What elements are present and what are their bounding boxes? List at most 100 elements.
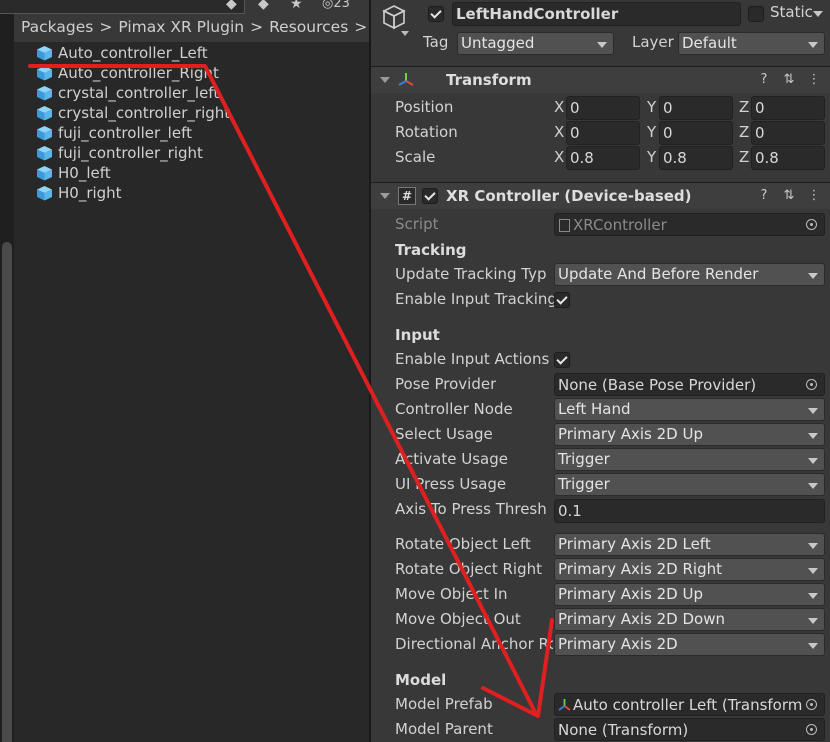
axis-y-label[interactable]: Y (647, 98, 656, 116)
breadcrumb: Packages>Pimax XR Plugin>Resources>Pr (14, 14, 369, 42)
axis-x-label[interactable]: X (554, 148, 564, 166)
object-picker-button[interactable] (802, 374, 824, 395)
file-name: fuji_controller_right (58, 144, 203, 162)
axis-z-label[interactable]: Z (739, 123, 749, 141)
chevron-down-icon (808, 543, 818, 549)
rotation-z-field[interactable]: 0 (751, 121, 825, 145)
select-usage-dropdown[interactable]: Primary Axis 2D Up (554, 423, 825, 446)
context-menu-icon[interactable]: ⋮ (806, 188, 822, 204)
rotate-object-right-value: Primary Axis 2D Right (558, 560, 722, 578)
active-checkbox[interactable] (428, 6, 444, 22)
pose-provider-field[interactable]: None (Base Pose Provider) (554, 373, 825, 396)
layer-dropdown[interactable]: Default (678, 32, 825, 55)
scale-label: Scale (395, 148, 436, 166)
position-y-field[interactable]: 0 (659, 96, 733, 120)
object-picker-icon (806, 219, 817, 230)
ui-press-usage-dropdown[interactable]: Trigger (554, 473, 825, 496)
prefab-cube-icon (37, 66, 52, 81)
static-dropdown-arrow-icon[interactable] (813, 11, 823, 17)
pose-provider-value: None (Base Pose Provider) (558, 376, 757, 394)
directional-anchor-dropdown[interactable]: Primary Axis 2D (554, 633, 825, 656)
project-search-input[interactable] (0, 0, 245, 14)
axis-x-label[interactable]: X (554, 98, 564, 116)
scale-x-field[interactable]: 0.8 (566, 146, 640, 170)
static-label: Static (770, 3, 813, 21)
rotate-object-right-dropdown[interactable]: Primary Axis 2D Right (554, 558, 825, 581)
scale-z-field[interactable]: 0.8 (751, 146, 825, 170)
foldout-arrow-icon[interactable] (380, 193, 390, 199)
scale-y-field[interactable]: 0.8 (659, 146, 733, 170)
gameobject-cube-icon (382, 5, 406, 30)
help-icon[interactable]: ? (756, 72, 772, 88)
object-picker-button[interactable] (802, 719, 824, 740)
project-scrollbar-thumb[interactable] (2, 242, 12, 742)
tag-value: Untagged (461, 34, 535, 52)
rotation-x-field[interactable]: 0 (566, 121, 640, 145)
inspector-panel: LeftHandController Static Tag Untagged L… (371, 0, 830, 742)
model-parent-field[interactable]: None (Transform) (554, 718, 825, 741)
position-z-field[interactable]: 0 (751, 96, 825, 120)
model-prefab-field[interactable]: Auto controller Left (Transform (554, 693, 825, 716)
axis-y-label[interactable]: Y (647, 148, 656, 166)
script-label: Script (395, 215, 439, 233)
chevron-down-icon (808, 618, 818, 624)
presets-sliders-icon[interactable]: ⇅ (781, 188, 797, 204)
prefab-cube-icon (37, 126, 52, 141)
visibility-count: 23 (333, 0, 350, 11)
move-object-in-value: Primary Axis 2D Up (558, 585, 703, 603)
context-menu-icon[interactable]: ⋮ (806, 72, 822, 88)
rotate-object-left-dropdown[interactable]: Primary Axis 2D Left (554, 533, 825, 556)
axis-y-label[interactable]: Y (647, 123, 656, 141)
rotation-y-field[interactable]: 0 (659, 121, 733, 145)
update-tracking-dropdown[interactable]: Update And Before Render (554, 263, 825, 286)
input-header: Input (395, 326, 440, 344)
object-picker-button[interactable] (802, 694, 824, 715)
presets-sliders-icon[interactable]: ⇅ (781, 72, 797, 88)
activate-usage-dropdown[interactable]: Trigger (554, 448, 825, 471)
chevron-down-icon (808, 433, 818, 439)
move-object-out-dropdown[interactable]: Primary Axis 2D Down (554, 608, 825, 631)
icon-dropdown-arrow-icon[interactable] (401, 31, 409, 36)
breadcrumb-resources[interactable]: Resources (269, 18, 348, 36)
component-enabled-checkbox[interactable] (422, 188, 438, 204)
project-panel: ◆ ◆ ★ ◎23 Packages > Pimax XR Plugin > Resou… (0, 0, 369, 742)
hidden-packages-icon[interactable]: ◎23 (322, 0, 350, 14)
enable-input-tracking-checkbox[interactable] (554, 292, 570, 308)
xr-controller-header[interactable]: # XR Controller (Device-based) ? ⇅ ⋮ (371, 182, 830, 209)
axis-press-threshold-label: Axis To Press Thresh (395, 500, 547, 518)
object-picker-icon (806, 724, 817, 735)
object-name-input[interactable]: LeftHandController (452, 2, 741, 26)
axis-x-label[interactable]: X (554, 123, 564, 141)
help-icon[interactable]: ? (756, 188, 772, 204)
position-x-field[interactable]: 0 (566, 96, 640, 120)
static-checkbox[interactable] (748, 6, 764, 22)
pose-provider-label: Pose Provider (395, 375, 497, 393)
prefab-cube-icon (37, 166, 52, 181)
rotation-label: Rotation (395, 123, 458, 141)
breadcrumb-pimax-xr-plugin[interactable]: Pimax XR Plugin (118, 18, 244, 36)
tag-dropdown[interactable]: Untagged (457, 32, 614, 55)
project-scrollbar[interactable] (0, 14, 14, 742)
controller-node-dropdown[interactable]: Left Hand (554, 398, 825, 421)
chevron-down-icon (808, 593, 818, 599)
axis-z-label[interactable]: Z (739, 98, 749, 116)
ui-press-usage-label: UI Press Usage (395, 475, 507, 493)
transform-title: Transform (446, 71, 532, 89)
axis-z-label[interactable]: Z (739, 148, 749, 166)
create-asset-icon[interactable]: ◆ (226, 0, 237, 14)
enable-input-actions-checkbox[interactable] (554, 352, 570, 368)
transform-header[interactable]: Transform ? ⇅ ⋮ (371, 66, 830, 93)
label-filter-icon[interactable]: ◆ (258, 0, 269, 14)
chevron-down-icon (808, 42, 818, 48)
directional-anchor-value: Primary Axis 2D (558, 635, 678, 653)
chevron-down-icon (808, 568, 818, 574)
breadcrumb-packages[interactable]: Packages (21, 18, 93, 36)
foldout-arrow-icon[interactable] (380, 77, 390, 83)
favorite-star-icon[interactable]: ★ (290, 0, 303, 14)
select-usage-label: Select Usage (395, 425, 493, 443)
rotate-object-left-label: Rotate Object Left (395, 535, 531, 553)
move-object-in-dropdown[interactable]: Primary Axis 2D Up (554, 583, 825, 606)
project-toolbar: ◆ ◆ ★ ◎23 (0, 0, 369, 14)
axis-press-threshold-field[interactable]: 0.1 (554, 499, 825, 523)
chevron-down-icon (808, 408, 818, 414)
